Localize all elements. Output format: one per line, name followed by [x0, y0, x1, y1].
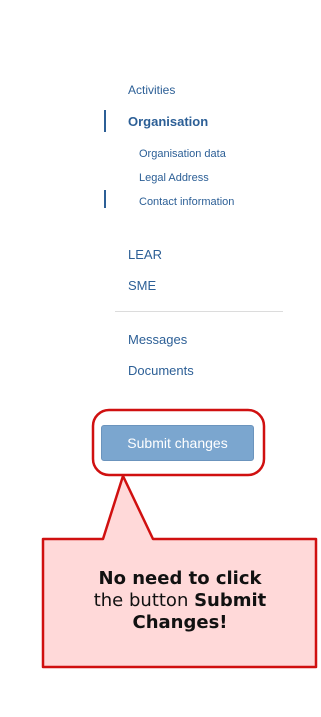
callout-message: No need to click the button Submit Chang… [46, 568, 314, 634]
callout-line-3: Changes! [132, 612, 228, 633]
active-indicator-contact [104, 190, 106, 208]
submit-changes-button[interactable]: Submit changes [101, 425, 254, 461]
nav-lear[interactable]: LEAR [128, 248, 162, 262]
left-margin [0, 0, 48, 717]
nav-documents[interactable]: Documents [128, 364, 194, 378]
callout-line-1: No need to click [98, 568, 262, 589]
nav-messages[interactable]: Messages [128, 333, 187, 347]
nav-activities[interactable]: Activities [128, 83, 175, 97]
nav-sme[interactable]: SME [128, 279, 156, 293]
callout-line-2-bold: Submit [194, 590, 267, 611]
nav-organisation[interactable]: Organisation [128, 115, 208, 129]
active-indicator-organisation [104, 110, 106, 132]
callout-line-2: the button Submit [46, 590, 314, 612]
nav-divider [115, 311, 283, 312]
nav-organisation-data[interactable]: Organisation data [139, 147, 226, 161]
nav-contact-information[interactable]: Contact information [139, 195, 234, 209]
nav-legal-address[interactable]: Legal Address [139, 171, 209, 185]
callout-line-2-prefix: the button [93, 590, 195, 611]
